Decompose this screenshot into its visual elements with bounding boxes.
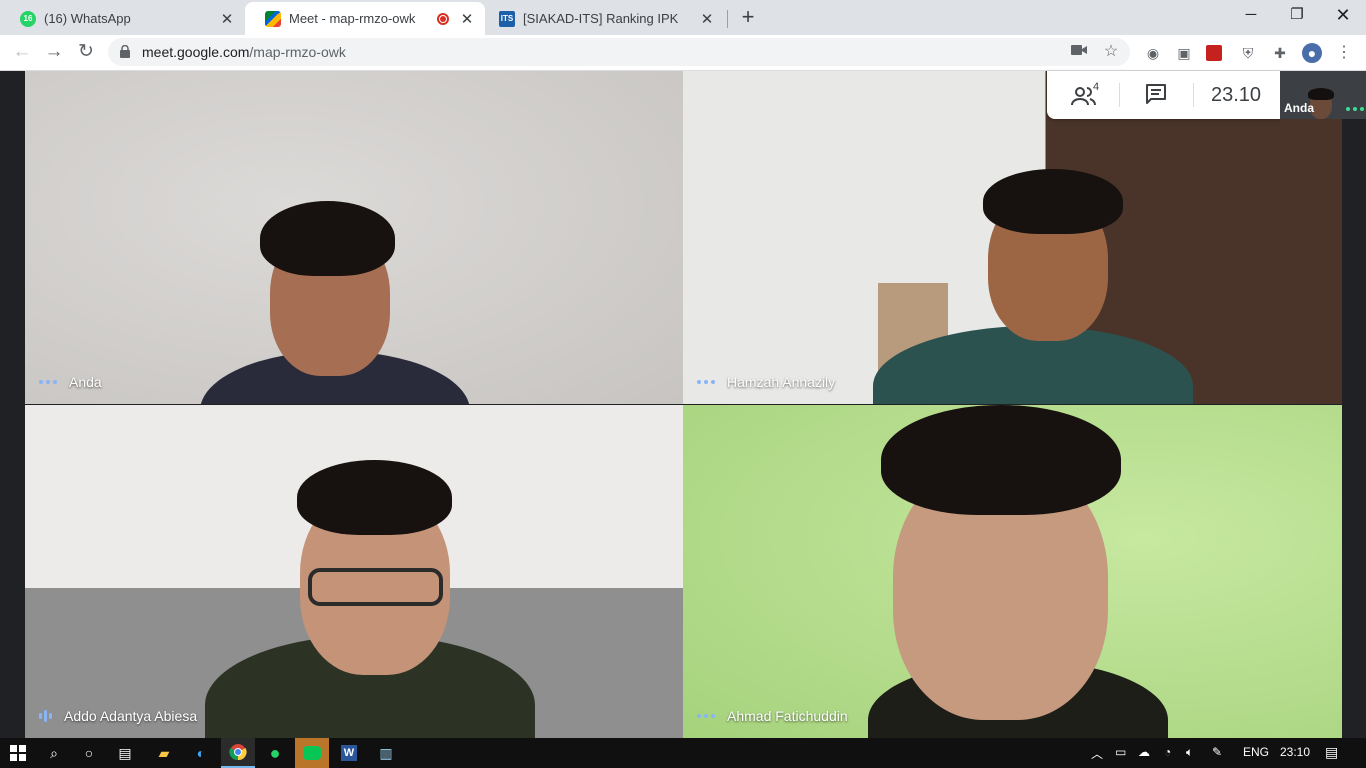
- language-indicator[interactable]: ENG: [1243, 745, 1269, 759]
- forward-icon[interactable]: →: [40, 38, 68, 66]
- browser-toolbar: ← → ↻ meet.google.com/map-rmzo-owk ☆ ◉ ▣…: [0, 35, 1366, 71]
- speaking-indicator-icon: [39, 710, 52, 722]
- tab-whatsapp[interactable]: 16 (16) WhatsApp ✕: [0, 2, 245, 35]
- tab-title: Meet - map-rmzo-owk: [289, 11, 416, 26]
- battery-icon[interactable]: ▭: [1115, 745, 1126, 759]
- participant-tile[interactable]: Hamzah Annazily: [683, 71, 1342, 404]
- address-bar[interactable]: meet.google.com/map-rmzo-owk ☆: [108, 38, 1130, 66]
- edge-icon[interactable]: ◐: [184, 738, 218, 768]
- taskbar-clock[interactable]: 23:10: [1280, 745, 1310, 759]
- tab-title: [SIAKAD-ITS] Ranking IPK: [523, 11, 679, 26]
- close-tab-icon[interactable]: ✕: [217, 10, 237, 28]
- cortana-icon[interactable]: ○: [72, 738, 106, 768]
- word-icon[interactable]: W: [332, 738, 366, 768]
- windows-start-icon[interactable]: [1, 738, 35, 768]
- participant-name: Anda: [69, 374, 102, 390]
- panel-divider: [1193, 83, 1194, 107]
- file-explorer-icon[interactable]: ▰: [147, 738, 181, 768]
- close-tab-icon[interactable]: ✕: [697, 10, 717, 28]
- more-dots-icon: [697, 714, 715, 718]
- minimize-icon[interactable]: ─: [1228, 0, 1274, 30]
- extension-shield-icon[interactable]: ⛨: [1238, 43, 1258, 63]
- notification-center-icon[interactable]: ▤: [1325, 744, 1338, 761]
- participant-name: Addo Adantya Abiesa: [64, 708, 198, 724]
- volume-icon[interactable]: 🔈︎: [1186, 745, 1193, 760]
- new-tab-button[interactable]: +: [737, 4, 759, 30]
- chat-button[interactable]: [1145, 83, 1169, 107]
- participant-name-label: Addo Adantya Abiesa: [39, 708, 197, 724]
- self-view-label: Anda: [1284, 101, 1314, 115]
- bookmark-star-icon[interactable]: ☆: [1102, 43, 1120, 61]
- participant-name-label: Ahmad Fatichuddin: [697, 708, 848, 724]
- search-icon[interactable]: ⌕: [37, 738, 71, 768]
- participant-hair: [983, 169, 1123, 234]
- tab-badge: 16: [23, 14, 33, 23]
- self-view-thumbnail[interactable]: Anda: [1280, 71, 1366, 119]
- meeting-info-panel: 4 23.10: [1047, 71, 1280, 119]
- its-favicon-text: ITS: [500, 14, 514, 23]
- participant-tile[interactable]: Ahmad Fatichuddin: [683, 405, 1342, 738]
- menu-kebab-icon[interactable]: ⋮: [1334, 43, 1354, 63]
- more-dots-icon: [697, 380, 715, 384]
- participant-hair: [881, 405, 1121, 515]
- chat-icon: [1146, 84, 1166, 104]
- reload-icon[interactable]: ↻: [72, 38, 100, 66]
- participants-count: 4: [1093, 81, 1100, 93]
- google-meet-icon: [265, 10, 281, 27]
- participant-tile[interactable]: Addo Adantya Abiesa: [25, 405, 683, 738]
- line-app-icon[interactable]: [295, 738, 329, 768]
- participant-name-label: Anda: [39, 374, 102, 390]
- extension-chat-icon[interactable]: ▣: [1174, 43, 1194, 63]
- pen-icon[interactable]: ✎: [1212, 745, 1222, 759]
- recording-indicator-icon: [437, 12, 449, 25]
- url-host: meet.google.com: [142, 44, 250, 60]
- participant-hair: [297, 460, 452, 535]
- tab-strip: 16 (16) WhatsApp ✕ Meet - map-rmzo-owk ✕…: [0, 0, 1366, 35]
- whatsapp-taskbar-icon[interactable]: ●: [258, 738, 292, 768]
- its-icon: ITS: [499, 10, 515, 27]
- windows-taskbar: ⌕ ○ ▤ ▰ ◐ ● W ▥ ︿ ▭ ☁ ◔ 🔈︎ ✎ ENG 23:10 ▤: [0, 738, 1366, 768]
- restore-icon[interactable]: ❐: [1274, 0, 1320, 30]
- profile-avatar[interactable]: ●: [1302, 43, 1322, 63]
- camera-icon[interactable]: [1070, 43, 1088, 61]
- notepad-icon[interactable]: ▥: [369, 738, 403, 768]
- meeting-clock: 23.10: [1211, 84, 1262, 106]
- close-tab-icon[interactable]: ✕: [457, 10, 477, 28]
- meet-stage: Anda Hamzah Annazily Addo Adantya Abiesa…: [0, 71, 1366, 738]
- tab-siakad[interactable]: ITS [SIAKAD-ITS] Ranking IPK ✕: [485, 2, 725, 35]
- self-view-more-icon[interactable]: [1346, 107, 1364, 111]
- whatsapp-icon: 16: [20, 10, 36, 27]
- participant-name: Ahmad Fatichuddin: [727, 708, 848, 724]
- participants-button[interactable]: 4: [1071, 81, 1105, 109]
- panel-divider: [1119, 83, 1120, 107]
- extension-red-icon[interactable]: [1206, 45, 1222, 61]
- participant-name: Hamzah Annazily: [727, 374, 836, 390]
- tab-divider: [727, 10, 728, 28]
- more-dots-icon: [39, 380, 57, 384]
- cloud-icon[interactable]: ☁: [1138, 745, 1150, 759]
- close-window-icon[interactable]: ✕: [1320, 0, 1366, 30]
- extensions-puzzle-icon[interactable]: ✚: [1270, 43, 1290, 63]
- url-path: /map-rmzo-owk: [249, 44, 346, 60]
- back-icon[interactable]: ←: [8, 38, 36, 66]
- show-hidden-icons-chevron-icon[interactable]: ︿: [1091, 745, 1103, 762]
- chrome-icon[interactable]: [221, 738, 255, 768]
- glasses: [308, 568, 443, 606]
- participant-name-label: Hamzah Annazily: [697, 374, 835, 390]
- participant-hair: [260, 201, 395, 276]
- url-text: meet.google.com/map-rmzo-owk: [142, 44, 346, 60]
- extension-globe-icon[interactable]: ◉: [1143, 43, 1163, 63]
- self-view-hair: [1308, 88, 1334, 100]
- tab-title: (16) WhatsApp: [44, 11, 131, 26]
- participant-tile[interactable]: Anda: [25, 71, 683, 404]
- lock-icon: [120, 45, 130, 58]
- wifi-icon[interactable]: ◔: [1164, 745, 1171, 759]
- tab-meet[interactable]: Meet - map-rmzo-owk ✕: [245, 2, 485, 35]
- task-view-icon[interactable]: ▤: [108, 738, 142, 768]
